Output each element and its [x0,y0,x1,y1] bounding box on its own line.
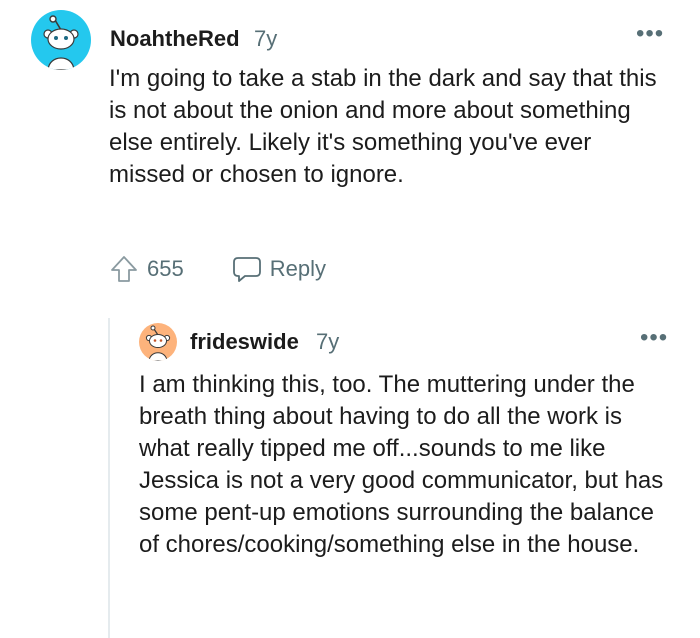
snoo-avatar-icon [43,15,79,70]
upvote-icon[interactable] [109,254,139,284]
comment-bubble-icon [232,255,262,283]
overflow-menu-icon[interactable]: ••• [636,22,664,46]
comment-age: 7y [254,26,278,51]
upvote-button[interactable]: 655 [109,254,184,284]
comment-actions: 655 Reply [109,252,326,286]
reply-label: Reply [269,256,326,281]
vote-count: 655 [147,256,184,281]
avatar[interactable] [31,10,91,70]
overflow-menu-icon[interactable]: ••• [640,326,668,350]
comment-author[interactable]: NoahtheRed [110,26,240,52]
comment-body: I am thinking this, too. The muttering u… [139,371,664,558]
comment-body: I'm going to take a stab in the dark and… [109,65,657,188]
comment-author[interactable]: frideswide [190,329,299,355]
reply-button[interactable]: Reply [232,255,326,283]
thread-line[interactable] [108,318,110,638]
avatar[interactable] [139,323,177,361]
comment-age: 7y [316,329,340,354]
snoo-avatar-icon [145,325,171,361]
